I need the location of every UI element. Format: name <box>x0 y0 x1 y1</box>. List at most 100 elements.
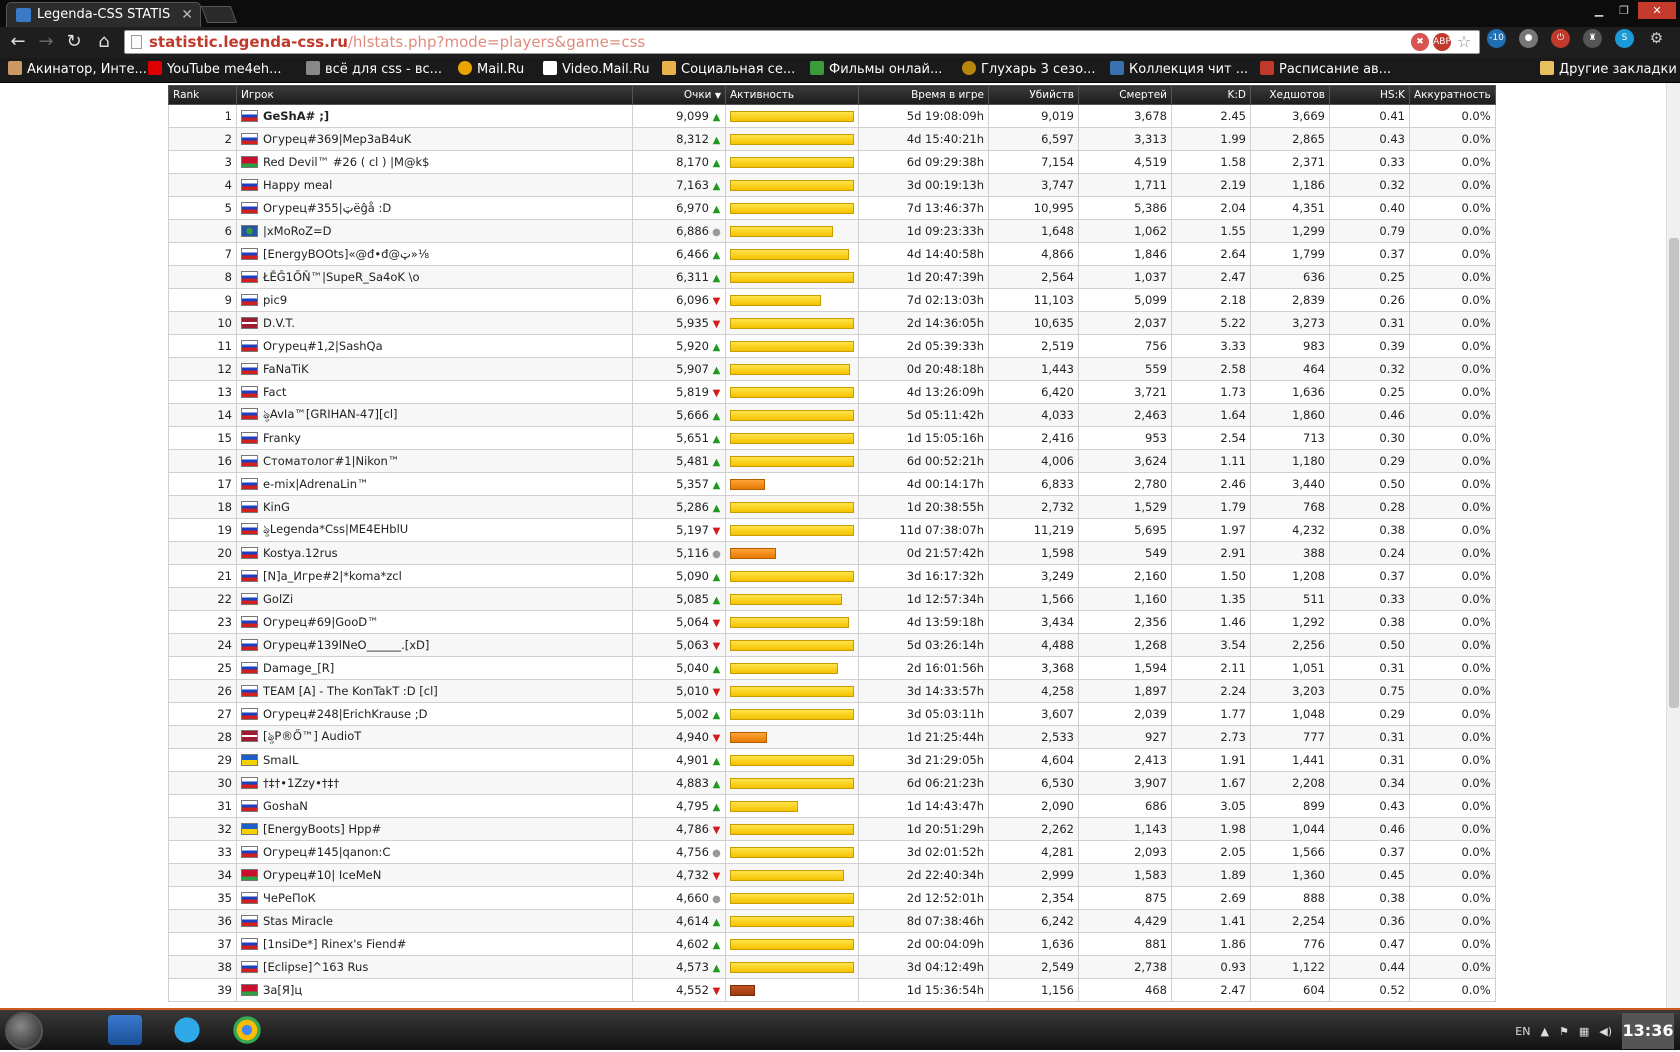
player-cell[interactable]: Happy meal <box>236 173 633 197</box>
player-cell[interactable]: pic9 <box>236 288 633 312</box>
player-cell[interactable]: |xMoRoZ=D <box>236 219 633 243</box>
player-cell[interactable]: ৡAvIa™[GRIHAN-47][cl] <box>236 403 633 427</box>
player-cell[interactable]: GoshaN <box>236 794 633 818</box>
player-cell[interactable]: TEAM [A] - The KonTakT :D [cl] <box>236 679 633 703</box>
player-name[interactable]: Огурец#10| IceMeN <box>263 868 381 882</box>
player-name[interactable]: Стоматолог#1|Nikon™ <box>263 454 399 468</box>
col-rank[interactable]: Rank <box>168 85 237 105</box>
skype-extension-icon[interactable]: S <box>1615 29 1634 48</box>
bookmark-item[interactable]: Расписание ав... <box>1260 58 1391 83</box>
player-cell[interactable]: [1nsiDe*] Rinex's Fiend# <box>236 932 633 956</box>
player-cell[interactable]: GolZi <box>236 587 633 611</box>
player-cell[interactable]: Огурец#248|ErichKrause ;D <box>236 702 633 726</box>
volume-icon[interactable]: ◀) <box>1599 1025 1612 1038</box>
player-name[interactable]: [1nsiDe*] Rinex's Fiend# <box>263 937 406 951</box>
player-cell[interactable]: ৡLegenda*Css|ME4EHblU <box>236 518 633 542</box>
player-cell[interactable]: Kostya.12rus <box>236 541 633 565</box>
back-icon[interactable]: ← <box>6 31 30 53</box>
player-cell[interactable]: GeShA# ;] <box>236 104 633 128</box>
col-kills[interactable]: Убийств <box>988 85 1079 105</box>
player-name[interactable]: TEAM [A] - The KonTakT :D [cl] <box>263 684 438 698</box>
player-name[interactable]: ŁĔĜ1ŐŇ™|SupeR_Sa4oK \o <box>263 270 420 284</box>
bookmark-item[interactable]: Коллекция чит ... <box>1110 58 1248 83</box>
bookmark-item[interactable]: Фильмы онлай... <box>810 58 942 83</box>
player-name[interactable]: ৡLegenda*Css|ME4EHblU <box>263 522 408 536</box>
player-name[interactable]: KinG <box>263 500 290 514</box>
action-center-icon[interactable]: ⚑ <box>1559 1025 1569 1038</box>
bookmark-item[interactable]: всё для css - вс... <box>306 58 442 83</box>
address-bar[interactable]: statistic.legenda-css.ru/hlstats.php?mod… <box>124 30 1480 54</box>
player-cell[interactable]: Red Devil™ #26 ( cl ) |M@k$ <box>236 150 633 174</box>
player-cell[interactable]: Franky <box>236 426 633 450</box>
col-accuracy[interactable]: Аккуратность <box>1409 85 1496 105</box>
player-cell[interactable]: KinG <box>236 495 633 519</box>
bookmark-item[interactable]: Социальная се... <box>662 58 795 83</box>
restore-icon[interactable]: ❐ <box>1613 2 1635 19</box>
bookmark-item[interactable]: Video.Mail.Ru <box>543 58 650 83</box>
player-cell[interactable]: D.V.T. <box>236 311 633 335</box>
player-cell[interactable]: [N]a_Игре#2|*koma*zcl <box>236 564 633 588</box>
player-name[interactable]: [EnergyBOOts]«@đ•đ@ټ»⅛ <box>263 247 429 261</box>
blocked-content-icon[interactable]: ✖ <box>1411 33 1429 51</box>
player-name[interactable]: Огурец#1,2|SashQa <box>263 339 383 353</box>
player-name[interactable]: Fact <box>263 385 286 399</box>
bookmark-item[interactable]: Акинатор, Инте... <box>8 58 147 83</box>
player-name[interactable]: GolZi <box>263 592 293 606</box>
page-scrollbar[interactable] <box>1666 83 1680 1008</box>
new-tab-button[interactable] <box>200 6 238 23</box>
player-name[interactable]: Damage_[R] <box>263 661 334 675</box>
tray-expand-icon[interactable]: ▲ <box>1540 1025 1548 1038</box>
start-button[interactable] <box>5 1012 43 1050</box>
player-name[interactable]: За[Я]ц <box>263 983 302 997</box>
player-cell[interactable]: [Eclipse]^163 Rus <box>236 955 633 979</box>
player-cell[interactable]: Огурец#145|qanon:C <box>236 840 633 864</box>
player-name[interactable]: Happy meal <box>263 178 332 192</box>
bookmark-star-icon[interactable]: ☆ <box>1455 33 1473 51</box>
player-cell[interactable]: FaNaTiK <box>236 357 633 381</box>
player-cell[interactable]: Stas Miracle <box>236 909 633 933</box>
player-name[interactable]: Stas Miracle <box>263 914 333 928</box>
player-name[interactable]: Огурец#69|GooD™ <box>263 615 379 629</box>
forward-icon[interactable]: → <box>34 31 58 53</box>
player-cell[interactable]: Огурец#1,2|SashQa <box>236 334 633 358</box>
close-window-icon[interactable]: ✕ <box>1638 2 1676 19</box>
player-cell[interactable]: [EnergyBOOts]«@đ•đ@ټ»⅛ <box>236 242 633 266</box>
col-player[interactable]: Игрок <box>236 85 633 105</box>
player-cell[interactable]: Стоматолог#1|Nikon™ <box>236 449 633 473</box>
player-name[interactable]: Franky <box>263 431 301 445</box>
player-cell[interactable]: Огурец#369|Mep3aB4uK <box>236 127 633 151</box>
player-cell[interactable]: [EnergyBoots] Hpp# <box>236 817 633 841</box>
player-cell[interactable]: Огурец#69|GooD™ <box>236 610 633 634</box>
col-kd[interactable]: K:D <box>1171 85 1251 105</box>
extension-power-icon[interactable]: ⏻ <box>1551 29 1570 48</box>
player-name[interactable]: Огурец#139lNeO______.[xD] <box>263 638 429 652</box>
player-name[interactable]: ЧеРеПоК <box>263 891 316 905</box>
player-cell[interactable]: Огурец#10| IceMeN <box>236 863 633 887</box>
browser-tab[interactable]: Legenda-CSS STATIS ✕ <box>6 2 201 27</box>
col-points[interactable]: Очки ▼ <box>632 85 726 105</box>
extension-weather-icon[interactable]: -10 <box>1487 29 1506 48</box>
player-name[interactable]: [Eclipse]^163 Rus <box>263 960 368 974</box>
adblock-icon[interactable]: ABP <box>1433 33 1451 51</box>
player-cell[interactable]: Огурец#139lNeO______.[xD] <box>236 633 633 657</box>
player-cell[interactable]: e-mix|AdrenaLin™ <box>236 472 633 496</box>
home-icon[interactable]: ⌂ <box>92 31 116 53</box>
clock[interactable]: 13:36 <box>1622 1013 1674 1049</box>
player-name[interactable]: [N]a_Игре#2|*koma*zcl <box>263 569 402 583</box>
player-name[interactable]: Огурец#369|Mep3aB4uK <box>263 132 411 146</box>
player-cell[interactable]: Damage_[R] <box>236 656 633 680</box>
player-name[interactable]: Kostya.12rus <box>263 546 338 560</box>
player-name[interactable]: †‡†•1Zzy•†‡† <box>263 776 339 790</box>
player-name[interactable]: Огурец#248|ErichKrause ;D <box>263 707 427 721</box>
tab-close-icon[interactable]: ✕ <box>181 3 193 27</box>
player-cell[interactable]: SmaIL <box>236 748 633 772</box>
player-cell[interactable]: [ৡP®Ő™] AudioT <box>236 725 633 749</box>
player-name[interactable]: |xMoRoZ=D <box>263 224 332 238</box>
skype-taskbar-icon[interactable] <box>170 1015 204 1045</box>
player-name[interactable]: [ৡP®Ő™] AudioT <box>263 729 361 743</box>
col-deaths[interactable]: Смертей <box>1078 85 1172 105</box>
minimize-icon[interactable]: ▁ <box>1588 2 1610 19</box>
col-activity[interactable]: Активность <box>725 85 859 105</box>
player-name[interactable]: Огурец#355|ټëĝå :D <box>263 201 391 215</box>
player-cell[interactable]: †‡†•1Zzy•†‡† <box>236 771 633 795</box>
